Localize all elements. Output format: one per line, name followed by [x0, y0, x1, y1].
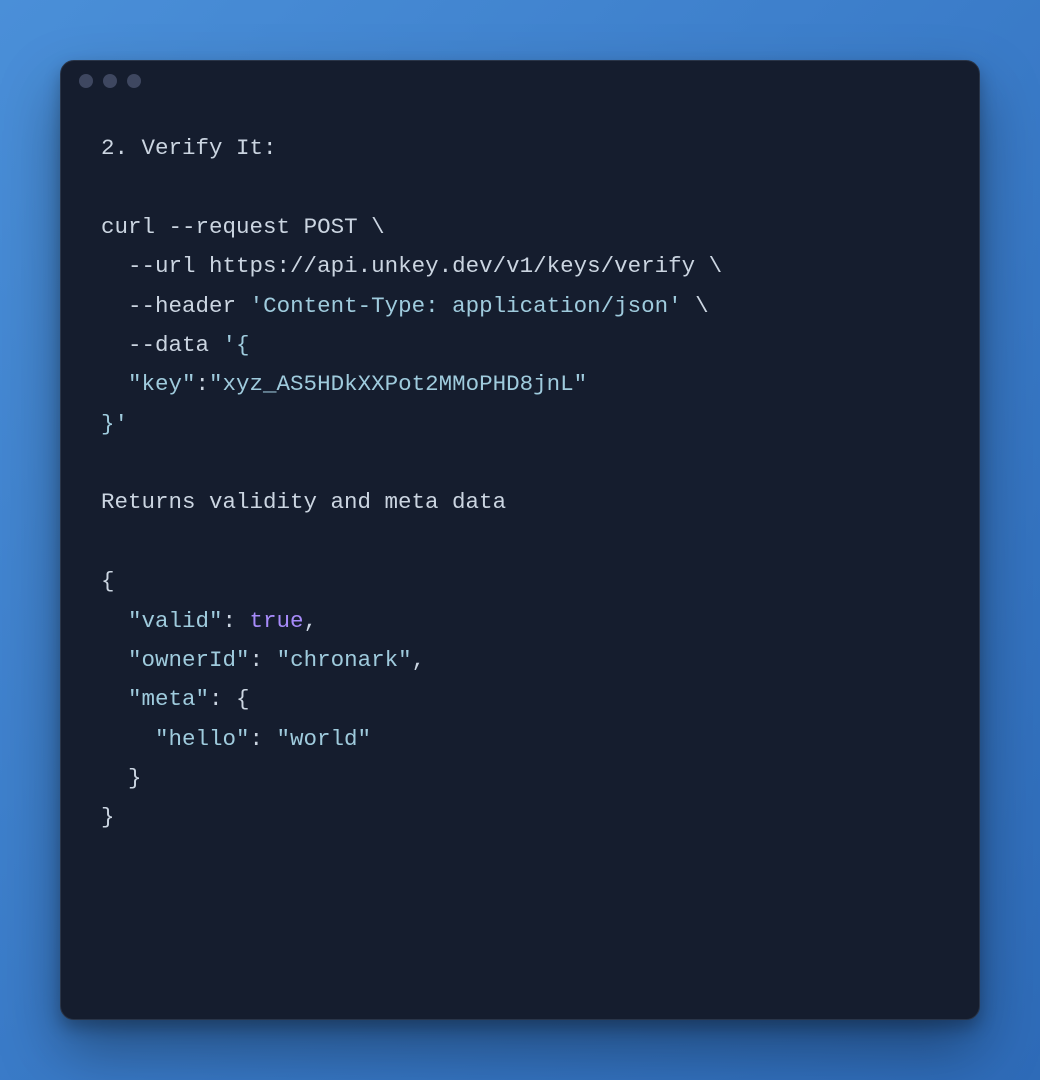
curl-data-close: }' — [101, 411, 128, 437]
curl-data-key-label: "key" — [128, 371, 196, 397]
step-heading: 2. Verify It: — [101, 135, 277, 161]
brace-close-inner: } — [128, 765, 142, 791]
code-window: 2. Verify It: curl --request POST \ --ur… — [60, 60, 980, 1020]
traffic-light-close-icon[interactable] — [79, 74, 93, 88]
curl-data-open: '{ — [223, 332, 250, 358]
brace-open: { — [101, 568, 115, 594]
json-key-valid: "valid" — [128, 608, 223, 634]
window-titlebar — [61, 61, 979, 101]
json-value-ownerid: "chronark" — [277, 647, 412, 673]
curl-flag-request: --request — [169, 214, 291, 240]
curl-flag-header: --header — [128, 293, 236, 319]
curl-flag-data: --data — [128, 332, 209, 358]
code-block: 2. Verify It: curl --request POST \ --ur… — [61, 101, 979, 878]
json-key-meta: "meta" — [128, 686, 209, 712]
brace-close: } — [101, 804, 115, 830]
curl-header-value: 'Content-Type: application/json' — [250, 293, 682, 319]
json-value-hello: "world" — [277, 726, 372, 752]
json-key-ownerid: "ownerId" — [128, 647, 250, 673]
traffic-light-zoom-icon[interactable] — [127, 74, 141, 88]
line-continuation: \ — [695, 293, 709, 319]
json-value-valid: true — [250, 608, 304, 634]
line-continuation: \ — [371, 214, 385, 240]
curl-method: POST — [304, 214, 358, 240]
curl-flag-url: --url — [128, 253, 196, 279]
curl-url: https://api.unkey.dev/v1/keys/verify — [209, 253, 695, 279]
colon: : — [196, 371, 210, 397]
json-key-hello: "hello" — [155, 726, 250, 752]
line-continuation: \ — [709, 253, 723, 279]
curl-data-key-value: "xyz_AS5HDkXXPot2MMoPHD8jnL" — [209, 371, 587, 397]
traffic-light-minimize-icon[interactable] — [103, 74, 117, 88]
response-caption: Returns validity and meta data — [101, 489, 506, 515]
curl-command: curl — [101, 214, 155, 240]
